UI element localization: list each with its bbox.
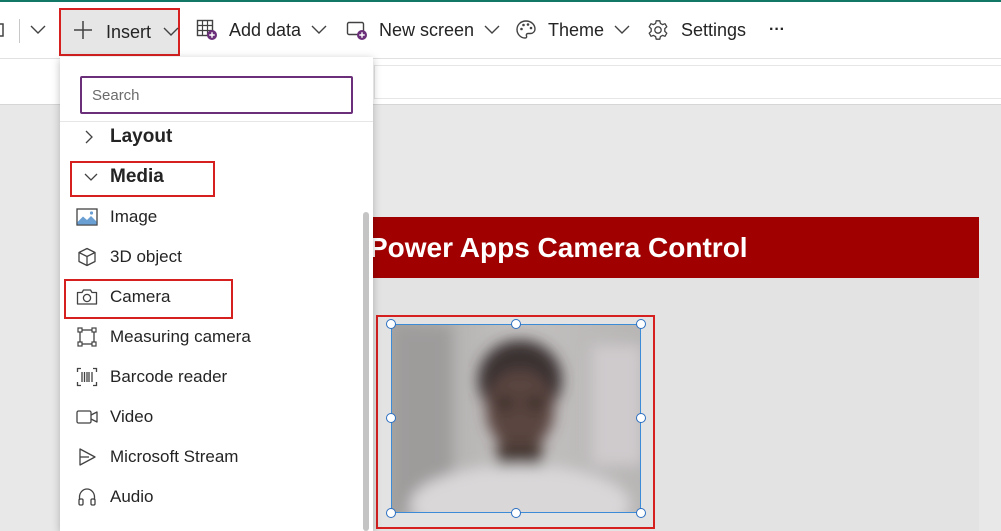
group-layout-label: Layout [110,126,173,147]
resize-handle[interactable] [386,319,396,329]
item-image-label: Image [110,207,158,226]
insert-item-audio[interactable]: Audio [60,477,360,517]
media-highlight-box [70,161,215,197]
command-bar: Insert Add data New screen Theme Setting… [0,2,1001,59]
partial-item-icon [76,526,98,531]
theme-button[interactable]: Theme [515,2,630,58]
add-data-button[interactable]: Add data [196,2,327,58]
insert-item-3d-object[interactable]: 3D object [60,237,360,277]
plus-icon [73,20,93,45]
insert-panel: Layout Media Image [60,57,373,531]
chevron-right-icon [78,126,100,148]
insert-item-microsoft-stream[interactable]: Microsoft Stream [60,437,360,477]
panel-scrollbar[interactable] [363,212,369,531]
settings-label: Settings [681,19,747,40]
resize-handle[interactable] [636,319,646,329]
barcode-icon [76,366,98,388]
more-options-button[interactable]: ··· [769,2,785,58]
toolbar-separator [19,19,20,43]
formula-input[interactable] [374,65,1001,99]
back-dropdown-button[interactable] [30,2,46,58]
chevron-down-icon [614,25,630,35]
app-root: Insert Add data New screen Theme Setting… [0,0,1001,531]
item-measuring-camera-label: Measuring camera [110,327,251,346]
video-icon [76,406,98,428]
image-icon [76,206,98,228]
app-icon-partial[interactable] [0,2,6,58]
more-icon: ··· [769,21,785,38]
camera-item-highlight-box [64,279,233,319]
group-layout[interactable]: Layout [60,117,360,157]
resize-handle[interactable] [511,508,521,518]
resize-handle[interactable] [636,413,646,423]
insert-item-image[interactable]: Image [60,197,360,237]
chevron-down-icon [163,27,179,37]
resize-handle[interactable] [386,508,396,518]
insert-item-barcode-reader[interactable]: Barcode reader [60,357,360,397]
new-screen-button[interactable]: New screen [346,2,500,58]
measuring-camera-icon [76,326,98,348]
chevron-down-icon [30,25,46,35]
headphones-icon [76,486,98,508]
item-video-label: Video [110,407,154,426]
app-icon [0,21,6,39]
cube-icon [76,246,98,268]
table-add-icon [196,19,218,41]
resize-handle[interactable] [636,508,646,518]
search-input[interactable] [80,76,353,114]
resize-handle[interactable] [386,413,396,423]
theme-label: Theme [548,19,605,40]
insert-label: Insert [106,21,152,42]
camera-control[interactable] [391,324,641,513]
camera-feed-image [392,325,640,512]
new-screen-icon [346,19,368,41]
insert-item-measuring-camera[interactable]: Measuring camera [60,317,360,357]
insert-item-video[interactable]: Video [60,397,360,437]
resize-handle[interactable] [511,319,521,329]
settings-button[interactable]: Settings [647,2,746,58]
chevron-down-icon [484,25,500,35]
screen-title: Power Apps Camera Control [372,231,748,263]
chevron-down-icon [311,25,327,35]
item-barcode-reader-label: Barcode reader [110,367,228,386]
gear-icon [647,19,669,41]
insert-button[interactable]: Insert [59,8,180,56]
stream-play-icon [76,446,98,468]
screen-title-label[interactable]: Power Apps Camera Control [372,217,979,278]
item-microsoft-stream-label: Microsoft Stream [110,447,239,466]
palette-icon [515,19,537,41]
item-3d-object-label: 3D object [110,247,182,266]
insert-item-partial[interactable] [60,517,360,531]
add-data-label: Add data [229,19,302,40]
item-audio-label: Audio [110,487,154,506]
new-screen-label: New screen [379,19,475,40]
